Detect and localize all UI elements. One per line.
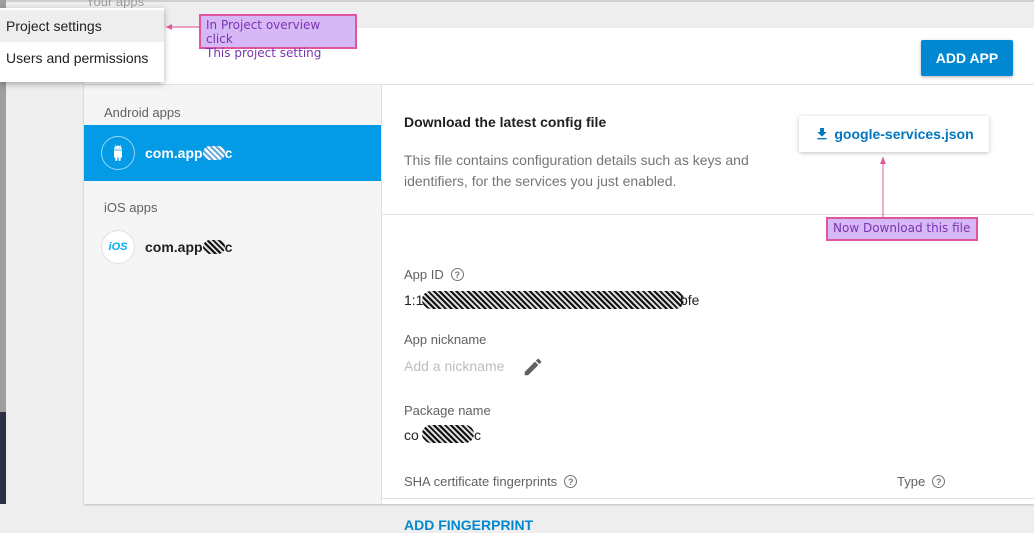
- annotation-menu-note: In Project overview click This project s…: [199, 14, 357, 60]
- annotation-download-note: Now Download this file: [826, 217, 978, 241]
- add-fingerprint-button[interactable]: ADD FINGERPRINT: [404, 517, 533, 533]
- arrow-head: [880, 157, 886, 164]
- arrow-head: [166, 24, 172, 30]
- annotation-arrows: [166, 24, 886, 217]
